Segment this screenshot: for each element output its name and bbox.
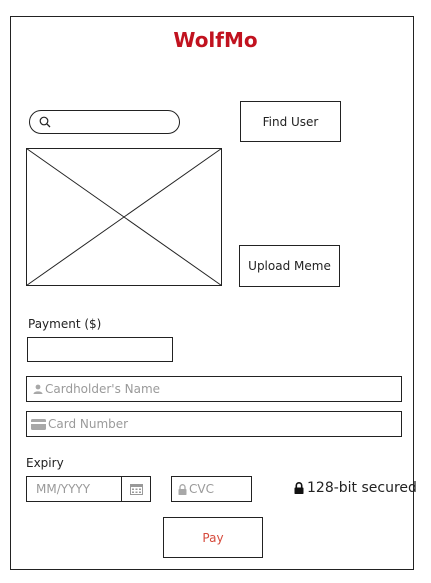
calendar-button[interactable] [121, 477, 150, 501]
find-user-button[interactable]: Find User [240, 101, 341, 142]
cvc-placeholder: CVC [189, 482, 214, 496]
credit-card-icon [31, 418, 46, 430]
upload-meme-button[interactable]: Upload Meme [239, 245, 340, 287]
calendar-icon [129, 484, 143, 495]
lock-icon [178, 483, 187, 495]
expiry-placeholder: MM/YYYY [36, 482, 91, 496]
user-icon [33, 384, 43, 394]
padlock-icon [294, 482, 304, 494]
payment-amount-input[interactable] [27, 337, 173, 362]
expiry-label: Expiry [26, 456, 64, 470]
card-number-placeholder: Card Number [48, 417, 129, 431]
upload-meme-label: Upload Meme [248, 259, 331, 273]
pay-button[interactable]: Pay [163, 517, 263, 558]
app-title: WolfMo [173, 28, 258, 52]
cardholder-placeholder: Cardholder's Name [45, 382, 161, 396]
cardholder-name-input[interactable]: Cardholder's Name [26, 376, 402, 402]
search-icon [39, 116, 51, 128]
find-user-label: Find User [262, 114, 319, 129]
pay-label: Pay [202, 530, 224, 545]
security-text: 128-bit secured [307, 480, 417, 496]
image-placeholder [26, 148, 222, 286]
card-number-input[interactable]: Card Number [26, 411, 402, 437]
payment-amount-label: Payment ($) [28, 317, 102, 331]
cvc-input[interactable]: CVC [171, 476, 252, 502]
security-notice: 128-bit secured [294, 480, 417, 496]
expiry-input[interactable]: MM/YYYY [26, 476, 151, 502]
search-input[interactable] [29, 110, 180, 134]
